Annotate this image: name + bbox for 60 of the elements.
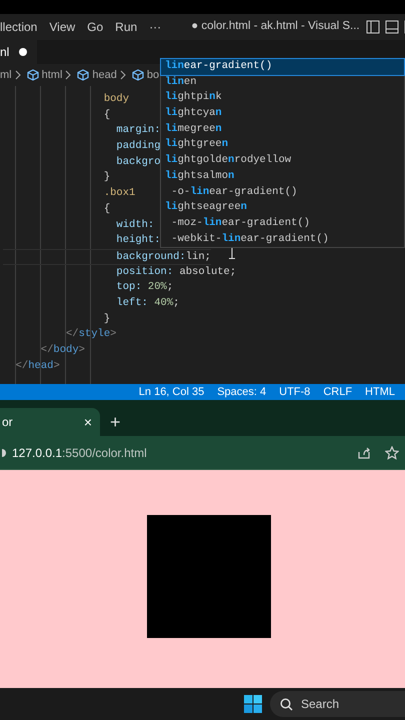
status-item[interactable]: Spaces: 4 [217, 384, 266, 400]
chevron-icon [14, 70, 22, 80]
code-line: margin: [115, 123, 161, 138]
code-line: body [102, 92, 130, 107]
suggestion-item[interactable]: limegreen [161, 122, 404, 138]
code-line: .box1 [102, 186, 136, 202]
url-text[interactable]: 127.0.0.1:5500/color.html [12, 444, 147, 462]
chevron-icon [64, 70, 72, 80]
chevron-icon [118, 70, 127, 80]
search-icon [280, 698, 293, 710]
code-line: } [102, 312, 110, 327]
browser-tab[interactable]: or × [0, 408, 100, 436]
code-line: padding [115, 139, 161, 154]
status-item[interactable]: CRLF [323, 384, 352, 400]
code-line: } [102, 170, 110, 186]
menu-item[interactable]: ··· [143, 18, 168, 36]
search-field[interactable]: Search [270, 691, 405, 717]
suggestion-item[interactable]: -moz-linear-gradient() [161, 216, 404, 232]
status-item[interactable]: UTF-8 [279, 384, 310, 400]
suggestion-item[interactable]: -o-linear-gradient() [161, 184, 404, 200]
code-line: { [102, 202, 110, 217]
suggestion-item[interactable]: lightpink [161, 90, 404, 106]
suggestion-item[interactable]: -webkit-linear-gradient() [161, 232, 404, 248]
editor-tab[interactable]: nl [0, 40, 38, 64]
sidebar-layout-icon[interactable] [366, 20, 380, 34]
suggestion-item[interactable]: lightseagreen [161, 200, 404, 216]
code-line: top: 20%; [115, 280, 174, 296]
new-tab-button[interactable]: + [110, 408, 121, 436]
window-title: ● color.html - ak.html - Visual S... [191, 19, 360, 34]
status-item[interactable]: Ln 16, Col 35 [138, 384, 204, 400]
status-item[interactable]: HTML [365, 384, 395, 400]
menu-item[interactable]: View [43, 18, 82, 36]
code-line: { [102, 108, 110, 123]
code-line: height: [115, 233, 161, 248]
windows-logo-icon[interactable] [244, 695, 262, 713]
menu-item[interactable]: Run [109, 18, 144, 36]
code-line: </body> [40, 343, 85, 358]
suggestion-item[interactable]: lightgoldenrodyellow [161, 153, 404, 169]
code-line: </head> [14, 358, 60, 374]
code-line: left: 40%; [115, 296, 180, 311]
breadcrumb-item[interactable]: bo [146, 66, 160, 84]
suggestion-item[interactable]: linen [161, 74, 404, 90]
star-icon[interactable] [385, 446, 399, 460]
code-line: backgro [115, 154, 161, 170]
code-line: width: [115, 218, 154, 232]
share-icon[interactable] [357, 446, 371, 460]
panel-layout-icon[interactable] [384, 20, 399, 34]
suggestion-item[interactable]: lightcyan [161, 106, 404, 122]
suggestion-item[interactable]: linear-gradient() [161, 59, 404, 75]
breadcrumb-item[interactable]: html [42, 66, 62, 84]
code-line: position: absolute; [115, 264, 236, 280]
code-line: </style> [65, 327, 116, 342]
menu-item[interactable]: Go [81, 18, 110, 36]
menu-item[interactable]: llection [0, 18, 44, 36]
code-line: background:lin; [3, 248, 211, 265]
suggestion-item[interactable]: lightsalmon [161, 168, 404, 184]
suggestion-item[interactable]: lightgreen [161, 137, 404, 154]
breadcrumb-item[interactable]: head [92, 66, 117, 84]
close-tab-button[interactable]: × [84, 415, 92, 429]
breadcrumb-item[interactable]: ml [0, 66, 12, 84]
